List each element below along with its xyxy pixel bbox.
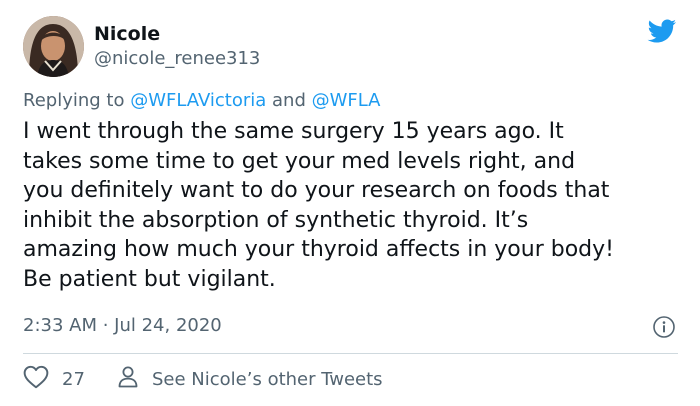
tweet-text: I went through the same surgery 15 years… xyxy=(23,117,693,294)
tweet-card: Nicole @nicole_renee313 Replying to @WFL… xyxy=(0,0,700,406)
other-tweets-label: See Nicole’s other Tweets xyxy=(152,368,383,390)
like-count: 27 xyxy=(62,368,85,390)
tweet-text-line: Be patient but vigilant. xyxy=(23,266,276,292)
replying-to: Replying to @WFLAVictoria and @WFLA xyxy=(23,89,381,113)
other-tweets-link[interactable]: See Nicole’s other Tweets xyxy=(117,366,383,392)
tweet-text-line: inhibit the absorption of synthetic thyr… xyxy=(23,207,529,233)
replying-prefix: Replying to xyxy=(23,90,131,111)
mention-link[interactable]: @WFLA xyxy=(312,90,381,111)
avatar-image xyxy=(23,16,84,77)
tweet-text-line: I went through the same surgery 15 years… xyxy=(23,119,564,144)
twitter-bird-icon[interactable] xyxy=(645,16,678,46)
replying-joiner: and xyxy=(266,90,312,111)
author-name[interactable]: Nicole xyxy=(94,22,160,46)
tweet-text-line: amazing how much your thyroid affects in… xyxy=(23,237,614,262)
mention-link[interactable]: @WFLAVictoria xyxy=(130,90,266,111)
info-icon[interactable] xyxy=(652,315,676,339)
tweet-text-line: takes some time to get your med levels r… xyxy=(23,148,576,174)
heart-icon xyxy=(23,365,49,393)
avatar[interactable] xyxy=(23,16,84,77)
divider xyxy=(23,353,678,354)
like-button[interactable]: 27 xyxy=(23,365,85,393)
author-handle[interactable]: @nicole_renee313 xyxy=(94,47,260,71)
timestamp[interactable]: 2:33 AM · Jul 24, 2020 xyxy=(23,314,222,338)
person-icon xyxy=(117,365,139,393)
tweet-text-line: you definitely want to do your research … xyxy=(23,178,610,203)
